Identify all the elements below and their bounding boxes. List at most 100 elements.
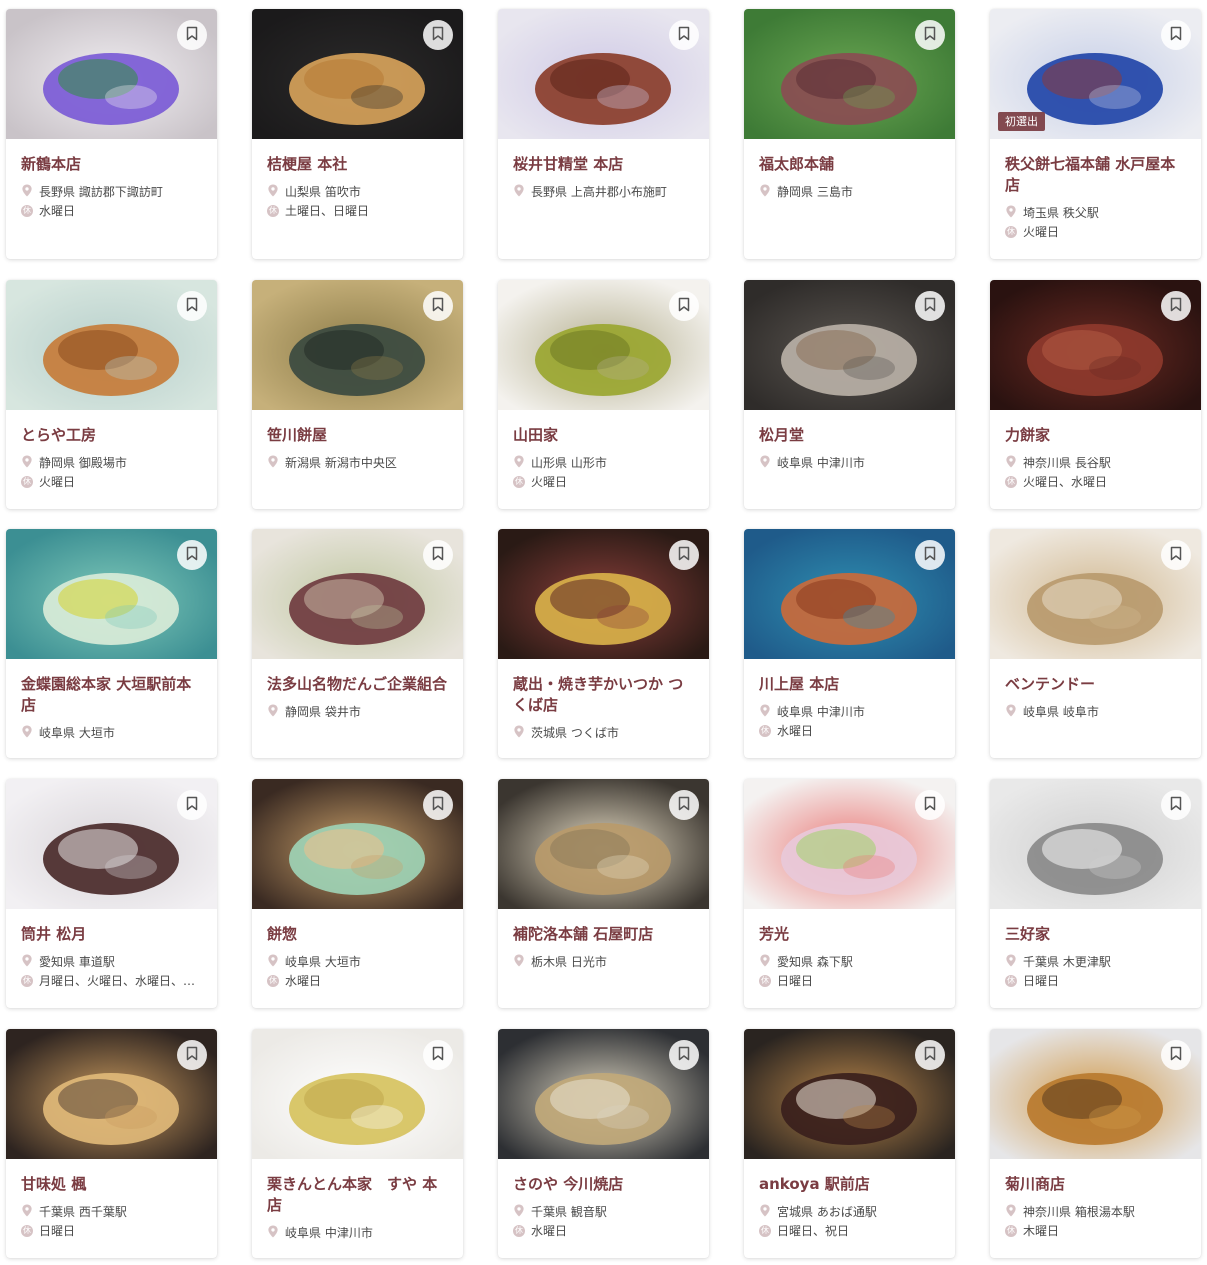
bookmark-button[interactable] — [669, 20, 699, 50]
shop-card[interactable]: 新鶴本店 長野県 諏訪郡下諏訪町 休 水曜日 — [6, 9, 217, 259]
shop-name[interactable]: 補陀洛本舗 石屋町店 — [513, 924, 694, 945]
shop-photo[interactable] — [252, 529, 463, 659]
bookmark-button[interactable] — [1161, 790, 1191, 820]
shop-name[interactable]: 筒井 松月 — [21, 924, 202, 945]
shop-card[interactable]: とらや工房 静岡県 御殿場市 休 火曜日 — [6, 280, 217, 509]
shop-name[interactable]: 甘味処 楓 — [21, 1174, 202, 1195]
bookmark-button[interactable] — [177, 790, 207, 820]
shop-name[interactable]: 福太郎本舗 — [759, 154, 940, 175]
shop-photo[interactable] — [744, 779, 955, 909]
shop-photo[interactable] — [252, 9, 463, 139]
shop-photo[interactable] — [744, 1029, 955, 1159]
bookmark-button[interactable] — [669, 790, 699, 820]
shop-card[interactable]: 川上屋 本店 岐阜県 中津川市 休 水曜日 — [744, 529, 955, 758]
shop-card[interactable]: さのや 今川焼店 千葉県 観音駅 休 水曜日 — [498, 1029, 709, 1258]
bookmark-button[interactable] — [177, 1040, 207, 1070]
shop-card[interactable]: 法多山名物だんご企業組合 静岡県 袋井市 — [252, 529, 463, 758]
bookmark-button[interactable] — [915, 291, 945, 321]
shop-photo[interactable] — [990, 779, 1201, 909]
shop-card[interactable]: 山田家 山形県 山形市 休 火曜日 — [498, 280, 709, 509]
shop-card[interactable]: ベンテンドー 岐阜県 岐阜市 — [990, 529, 1201, 758]
shop-photo[interactable]: 初選出 — [990, 9, 1201, 139]
bookmark-button[interactable] — [669, 1040, 699, 1070]
shop-name[interactable]: 芳光 — [759, 924, 940, 945]
shop-photo[interactable] — [6, 779, 217, 909]
shop-card[interactable]: 菊川商店 神奈川県 箱根湯本駅 休 木曜日 — [990, 1029, 1201, 1258]
bookmark-button[interactable] — [1161, 20, 1191, 50]
shop-photo[interactable] — [990, 1029, 1201, 1159]
shop-card[interactable]: 芳光 愛知県 森下駅 休 日曜日 — [744, 779, 955, 1008]
bookmark-button[interactable] — [423, 790, 453, 820]
shop-name[interactable]: 三好家 — [1005, 924, 1186, 945]
shop-photo[interactable] — [744, 529, 955, 659]
shop-photo[interactable] — [498, 9, 709, 139]
shop-photo[interactable] — [252, 1029, 463, 1159]
shop-card[interactable]: 餅惣 岐阜県 大垣市 休 水曜日 — [252, 779, 463, 1008]
shop-photo[interactable] — [498, 779, 709, 909]
bookmark-button[interactable] — [669, 291, 699, 321]
shop-card[interactable]: 笹川餅屋 新潟県 新潟市中央区 — [252, 280, 463, 509]
shop-photo[interactable] — [990, 529, 1201, 659]
shop-card[interactable]: 甘味処 楓 千葉県 西千葉駅 休 日曜日 — [6, 1029, 217, 1258]
bookmark-button[interactable] — [915, 1040, 945, 1070]
shop-photo[interactable] — [498, 529, 709, 659]
shop-name[interactable]: 蔵出・焼き芋かいつか つくば店 — [513, 674, 694, 716]
shop-name[interactable]: 餅惣 — [267, 924, 448, 945]
shop-photo[interactable] — [252, 779, 463, 909]
shop-name[interactable]: 桜井甘精堂 本店 — [513, 154, 694, 175]
shop-name[interactable]: 金蝶園総本家 大垣駅前本店 — [21, 674, 202, 716]
shop-name[interactable]: 松月堂 — [759, 425, 940, 446]
shop-name[interactable]: 笹川餅屋 — [267, 425, 448, 446]
shop-name[interactable]: 秩父餅七福本舗 水戸屋本店 — [1005, 154, 1186, 196]
shop-card[interactable]: 補陀洛本舗 石屋町店 栃木県 日光市 — [498, 779, 709, 1008]
bookmark-button[interactable] — [423, 291, 453, 321]
shop-name[interactable]: 山田家 — [513, 425, 694, 446]
shop-photo[interactable] — [6, 1029, 217, 1159]
shop-card[interactable]: 金蝶園総本家 大垣駅前本店 岐阜県 大垣市 — [6, 529, 217, 758]
shop-photo[interactable] — [744, 280, 955, 410]
shop-name[interactable]: さのや 今川焼店 — [513, 1174, 694, 1195]
shop-photo[interactable] — [252, 280, 463, 410]
bookmark-button[interactable] — [1161, 1040, 1191, 1070]
shop-photo[interactable] — [990, 280, 1201, 410]
shop-card[interactable]: 蔵出・焼き芋かいつか つくば店 茨城県 つくば市 — [498, 529, 709, 758]
shop-card[interactable]: 初選出 秩父餅七福本舗 水戸屋本店 埼玉県 秩父駅 休 火曜日 — [990, 9, 1201, 259]
shop-photo[interactable] — [498, 280, 709, 410]
bookmark-button[interactable] — [177, 20, 207, 50]
bookmark-button[interactable] — [1161, 291, 1191, 321]
bookmark-button[interactable] — [177, 291, 207, 321]
shop-photo[interactable] — [6, 9, 217, 139]
shop-card[interactable]: 桜井甘精堂 本店 長野県 上高井郡小布施町 — [498, 9, 709, 259]
shop-card[interactable]: 三好家 千葉県 木更津駅 休 日曜日 — [990, 779, 1201, 1008]
shop-card[interactable]: 福太郎本舗 静岡県 三島市 — [744, 9, 955, 259]
shop-name[interactable]: ベンテンドー — [1005, 674, 1186, 695]
shop-name[interactable]: 菊川商店 — [1005, 1174, 1186, 1195]
bookmark-button[interactable] — [669, 540, 699, 570]
bookmark-button[interactable] — [915, 20, 945, 50]
shop-photo[interactable] — [6, 280, 217, 410]
shop-name[interactable]: ankoya 駅前店 — [759, 1174, 940, 1195]
shop-card[interactable]: 松月堂 岐阜県 中津川市 — [744, 280, 955, 509]
bookmark-button[interactable] — [1161, 540, 1191, 570]
shop-card[interactable]: 力餅家 神奈川県 長谷駅 休 火曜日、水曜日 — [990, 280, 1201, 509]
bookmark-button[interactable] — [177, 540, 207, 570]
bookmark-button[interactable] — [423, 20, 453, 50]
shop-photo[interactable] — [6, 529, 217, 659]
shop-name[interactable]: とらや工房 — [21, 425, 202, 446]
shop-card[interactable]: 桔梗屋 本社 山梨県 笛吹市 休 土曜日、日曜日 — [252, 9, 463, 259]
shop-name[interactable]: 新鶴本店 — [21, 154, 202, 175]
shop-name[interactable]: 桔梗屋 本社 — [267, 154, 448, 175]
shop-photo[interactable] — [498, 1029, 709, 1159]
bookmark-button[interactable] — [915, 790, 945, 820]
shop-name[interactable]: 法多山名物だんご企業組合 — [267, 674, 448, 695]
bookmark-button[interactable] — [423, 540, 453, 570]
shop-card[interactable]: 筒井 松月 愛知県 車道駅 休 月曜日、火曜日、水曜日、木曜日 — [6, 779, 217, 1008]
bookmark-button[interactable] — [423, 1040, 453, 1070]
shop-card[interactable]: 栗きんとん本家 すや 本店 岐阜県 中津川市 — [252, 1029, 463, 1258]
shop-photo[interactable] — [744, 9, 955, 139]
shop-card[interactable]: ankoya 駅前店 宮城県 あおば通駅 休 日曜日、祝日 — [744, 1029, 955, 1258]
shop-name[interactable]: 栗きんとん本家 すや 本店 — [267, 1174, 448, 1216]
shop-name[interactable]: 力餅家 — [1005, 425, 1186, 446]
shop-name[interactable]: 川上屋 本店 — [759, 674, 940, 695]
bookmark-button[interactable] — [915, 540, 945, 570]
